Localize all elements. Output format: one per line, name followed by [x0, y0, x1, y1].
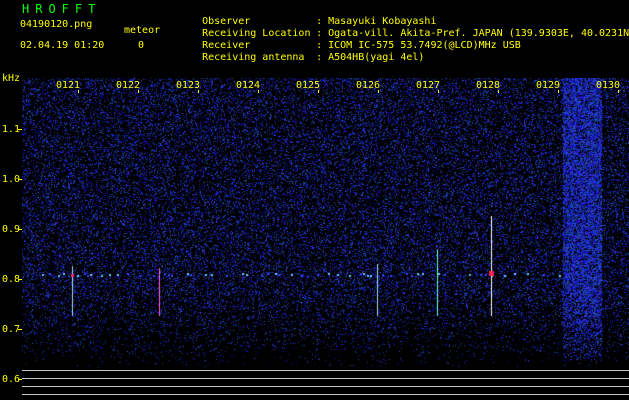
x-tick-mark — [258, 90, 259, 93]
x-tick-label: 0121 — [56, 80, 81, 91]
x-tick-label: 0123 — [176, 80, 201, 91]
x-tick-mark — [78, 90, 79, 93]
x-tick-label: 0128 — [476, 80, 501, 91]
station-row-antenna: Receiving antenna: A504HB(yagi 4el) — [178, 40, 424, 76]
station-key: Receiving antenna — [202, 52, 305, 63]
y-tick-mark — [18, 379, 22, 380]
y-tick-label: 0.8 — [2, 274, 21, 285]
spectrogram-canvas — [22, 78, 629, 400]
y-tick-mark — [18, 279, 22, 280]
y-tick-mark — [18, 229, 22, 230]
x-tick-label: 0125 — [296, 80, 321, 91]
y-tick-label: 0.9 — [2, 224, 21, 235]
x-tick-label: 0130 — [596, 80, 621, 91]
x-tick-label: 0127 — [416, 80, 441, 91]
baseline-line — [22, 394, 629, 395]
x-tick-label: 0124 — [236, 80, 261, 91]
baseline-line — [22, 386, 629, 387]
x-tick-mark — [138, 90, 139, 93]
y-tick-label: 1.1 — [2, 124, 21, 135]
x-tick-mark — [558, 90, 559, 93]
y-axis-unit: kHz — [2, 73, 21, 84]
y-tick-mark — [18, 329, 22, 330]
x-tick-mark — [378, 90, 379, 93]
app-brand: HROFFT — [22, 2, 102, 16]
x-tick-mark — [198, 90, 199, 93]
station-sep: : — [316, 52, 323, 63]
y-tick-label: 1.0 — [2, 174, 21, 185]
x-tick-label: 0122 — [116, 80, 141, 91]
y-tick-label: 0.7 — [2, 324, 21, 335]
baseline-line — [22, 378, 629, 379]
x-tick-label: 0129 — [536, 80, 561, 91]
x-tick-mark — [618, 90, 619, 93]
meteor-count-value: 0 — [138, 40, 145, 51]
x-tick-mark — [318, 90, 319, 93]
x-tick-mark — [438, 90, 439, 93]
observation-timestamp: 02.04.19 01:20 — [20, 40, 105, 51]
station-value: A504HB(yagi 4el) — [328, 52, 425, 63]
y-tick-mark — [18, 129, 22, 130]
x-tick-label: 0126 — [356, 80, 381, 91]
image-filename: 04190120.png — [20, 19, 93, 30]
y-tick-mark — [18, 179, 22, 180]
baseline-line — [22, 370, 629, 371]
meteor-count-label: meteor — [124, 25, 161, 36]
x-tick-mark — [498, 90, 499, 93]
y-tick-label: 0.6 — [2, 374, 21, 385]
